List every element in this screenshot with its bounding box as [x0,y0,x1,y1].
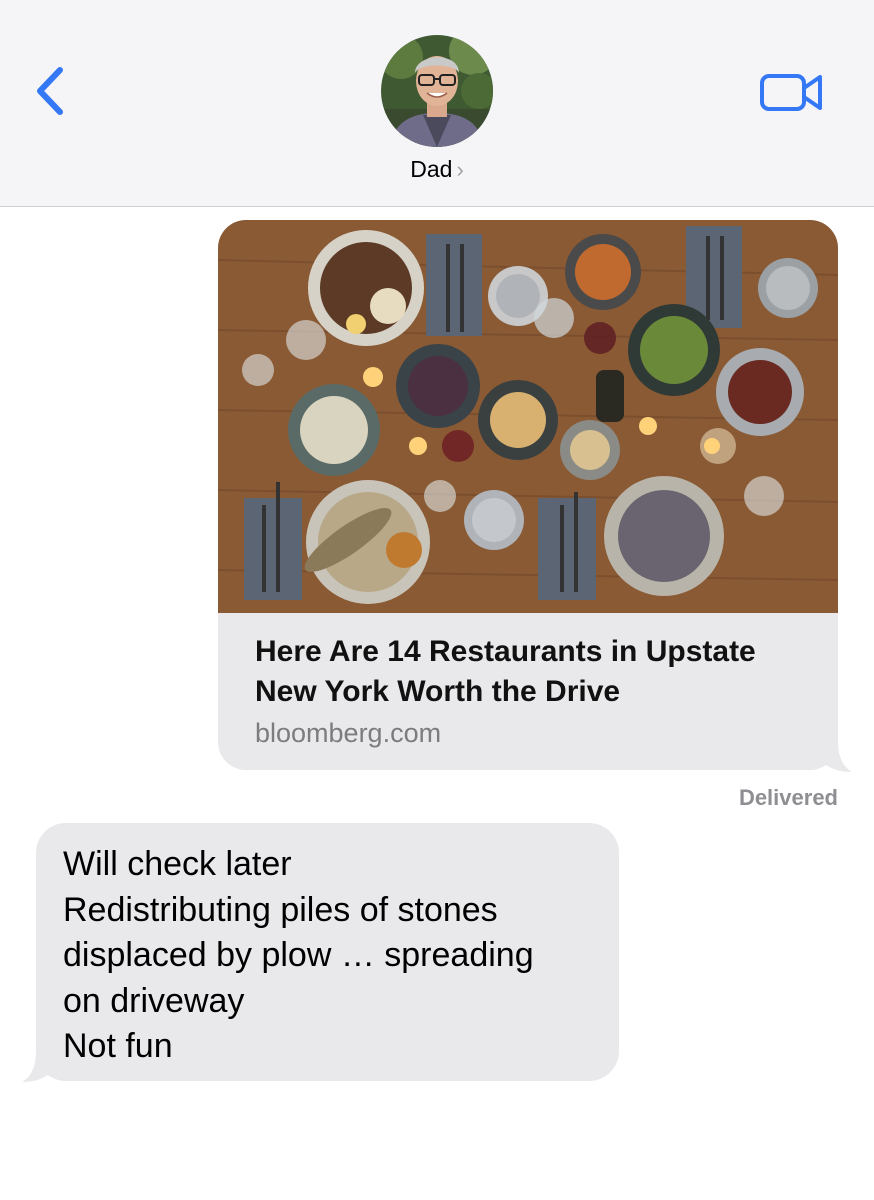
message-line: displaced by plow … spreading [63,936,534,974]
outgoing-bubble-tail [820,740,852,772]
video-call-button[interactable] [756,66,828,116]
link-preview-image [218,220,838,613]
video-camera-icon [760,74,822,111]
message-line: Will check later [63,845,292,883]
link-preview-domain: bloomberg.com [255,718,442,748]
back-button[interactable] [30,62,74,122]
contact-name: Dad [410,156,453,182]
link-preview-title: Here Are 14 Restaurants in Upstate New Y… [255,635,756,708]
contact-name-button[interactable]: Dad › [0,156,874,183]
message-line: on driveway [63,981,245,1020]
chevron-right-icon: › [456,157,464,182]
message-line: Not fun [63,1027,173,1065]
message-line: Redistributing piles of stones [63,890,498,929]
link-preview-card[interactable]: Here Are 14 Restaurants in Upstate New Y… [218,220,838,770]
incoming-message-bubble[interactable]: Will check later Redistributing piles of… [36,823,619,1081]
avatar[interactable] [381,35,493,147]
delivery-status: Delivered [738,785,838,810]
chevron-left-icon [37,67,63,115]
conversation-header: Dad › [0,0,874,207]
